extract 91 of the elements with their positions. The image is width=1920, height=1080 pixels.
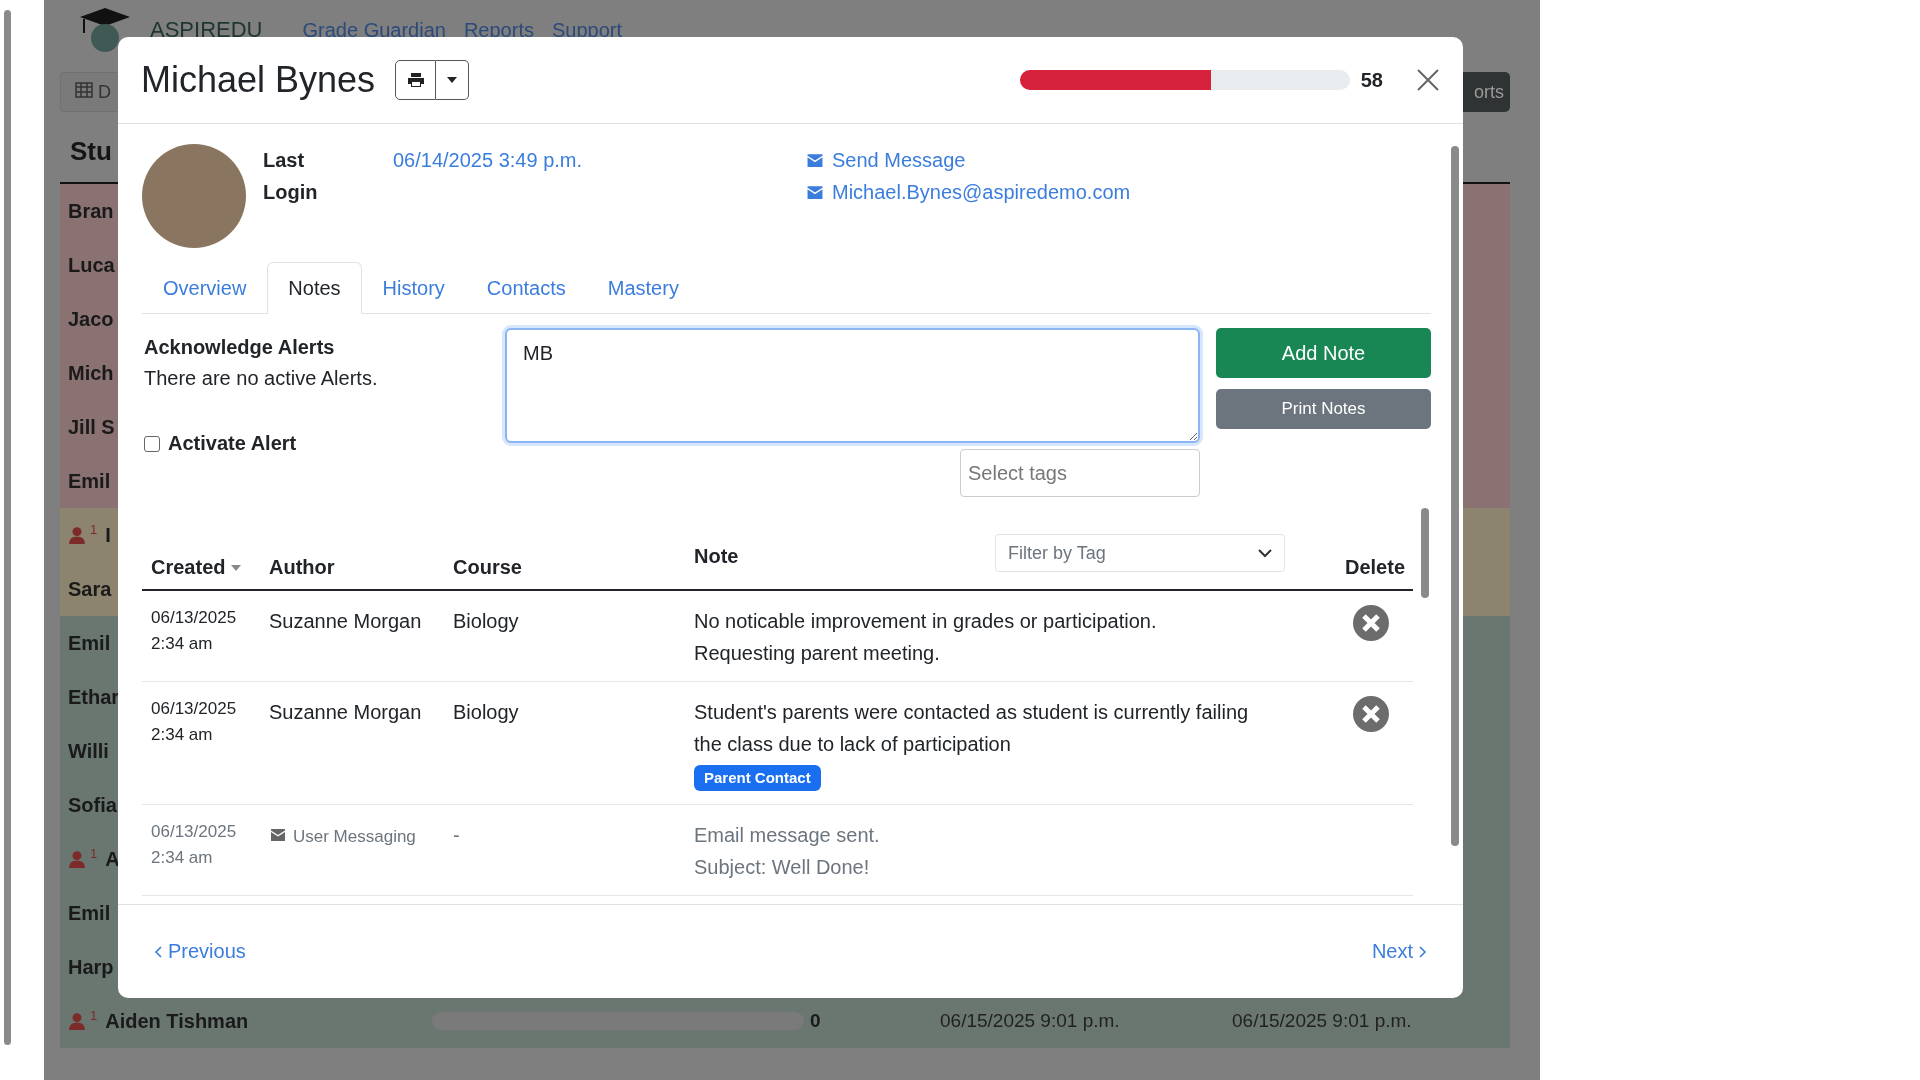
score-value: 0 (810, 1010, 821, 1032)
student-row[interactable]: $^{1}$ Aiden Tishman 0 06/15/2025 9:01 p.m. 06/15/2025 9:01 p.m. (60, 994, 1510, 1048)
author-cell: User Messaging (293, 827, 416, 846)
student-name: Willi (68, 739, 109, 763)
student-name: Emil (68, 469, 111, 493)
student-name: Ethar (68, 685, 120, 709)
date-cell-text: 06/13/2025 (151, 821, 238, 843)
section-title: Acknowledge Alerts (144, 336, 336, 359)
checkbox-label: Activate Alert (168, 432, 297, 455)
tab[interactable]: History (361, 262, 466, 314)
checkbox[interactable] (144, 435, 160, 452)
person-icon (68, 850, 86, 868)
envelope-icon (805, 184, 825, 200)
person-icon (68, 526, 86, 544)
student-name: Sara (68, 577, 112, 601)
tag-filter-dropdown[interactable]: Filter by Tag (995, 534, 1285, 572)
logo-text: ASPIREDU (150, 17, 263, 43)
close-circle-icon (1353, 696, 1389, 732)
student-name: Bran (68, 199, 114, 223)
time-cell-text: 2:34 am (151, 633, 214, 655)
tags-field[interactable]: Select tags (960, 449, 1200, 497)
note-text: No noticable improvement in grades or participation. Requesting parent meeting. (694, 609, 1158, 666)
course-cell: Biology (453, 701, 519, 723)
column-header: Author (269, 556, 335, 579)
date-text: 06/15/2025 9:01 p.m. (1232, 1010, 1412, 1032)
date-cell-text: 06/13/2025 (151, 607, 238, 629)
table-icon (75, 81, 93, 98)
student-name: Jaco (68, 307, 114, 331)
chevron-down-icon (1258, 548, 1272, 558)
student-name: Sofia (68, 793, 117, 817)
last-login-date[interactable]: 06/14/2025 3:49 p.m. (393, 144, 805, 176)
caret-icon (447, 77, 458, 83)
student-name: Harp (68, 955, 114, 979)
dropdown-button[interactable] (436, 60, 470, 100)
envelope-icon (805, 152, 825, 168)
alert-count: 1 (90, 1007, 98, 1023)
time-cell-text: 2:34 am (151, 724, 214, 746)
contact-link[interactable]: Send Message (805, 144, 1131, 176)
printer-icon (406, 72, 425, 88)
scrollbar[interactable] (1451, 146, 1459, 846)
course-cell: Biology (453, 610, 519, 632)
course-cell: - (453, 824, 460, 846)
close-icon (1417, 69, 1439, 91)
column-header[interactable]: Created (151, 556, 226, 579)
scrollbar[interactable] (4, 10, 11, 1045)
add-note-button[interactable]: Add Note (1216, 328, 1431, 378)
close-circle-icon (1353, 605, 1389, 641)
student-name: Aiden Tishman (105, 1009, 249, 1033)
alert-count: 1 (90, 521, 98, 537)
author-cell: Suzanne Morgan (269, 701, 422, 723)
student-name-title: Michael Bynes (141, 59, 376, 101)
filter-placeholder: Filter by Tag (1008, 542, 1106, 564)
print-notes-button[interactable]: Print Notes (1216, 389, 1431, 429)
tab[interactable]: Notes (267, 262, 362, 314)
graduation-cap-icon (78, 5, 132, 55)
person-icon (68, 1012, 86, 1030)
note-input-field[interactable]: MB (505, 328, 1200, 443)
close-button[interactable] (1417, 69, 1439, 91)
date-text: 06/15/2025 9:01 p.m. (940, 1010, 1120, 1032)
student-name: Jill S (68, 415, 115, 439)
column-header: Delete (1344, 556, 1405, 579)
student-name: Luca (68, 253, 115, 277)
chevron-right-icon (1419, 945, 1427, 958)
alert-count: 1 (90, 845, 98, 861)
student-name: A (105, 847, 120, 871)
delete-button[interactable] (1353, 605, 1389, 641)
info-text: There are no active Alerts. (144, 367, 379, 390)
previous-link[interactable]: Previous (154, 940, 246, 963)
student-name: Emil (68, 901, 111, 925)
time-cell-text: 2:34 am (151, 847, 214, 869)
print-button[interactable] (395, 60, 437, 100)
column-header: Course (453, 556, 522, 579)
student-name: Mich (68, 361, 114, 385)
student-name: I (105, 523, 111, 547)
author-cell: Suzanne Morgan (269, 610, 422, 632)
note-text: Student's parents were contacted as student is currently failing the class due to lack of participation (694, 700, 1250, 757)
delete-button[interactable] (1353, 696, 1389, 732)
tab[interactable]: Overview (142, 262, 268, 314)
scrollbar[interactable] (1421, 508, 1429, 598)
date-cell-text: 06/13/2025 (151, 698, 238, 720)
progress-value: 58 (1360, 68, 1383, 92)
note-text: Email message sent. Subject: Well Done! (694, 823, 881, 880)
chevron-left-icon (154, 945, 162, 958)
envelope-icon (269, 827, 287, 842)
tab[interactable]: Contacts (465, 262, 587, 314)
tab[interactable]: Mastery (586, 262, 700, 314)
column-header: Note (694, 545, 739, 568)
tag-badge: Parent Contact (694, 765, 821, 791)
sort-caret-icon (231, 564, 242, 571)
student-name: Emil (68, 631, 111, 655)
next-link[interactable]: Next (1371, 940, 1427, 963)
